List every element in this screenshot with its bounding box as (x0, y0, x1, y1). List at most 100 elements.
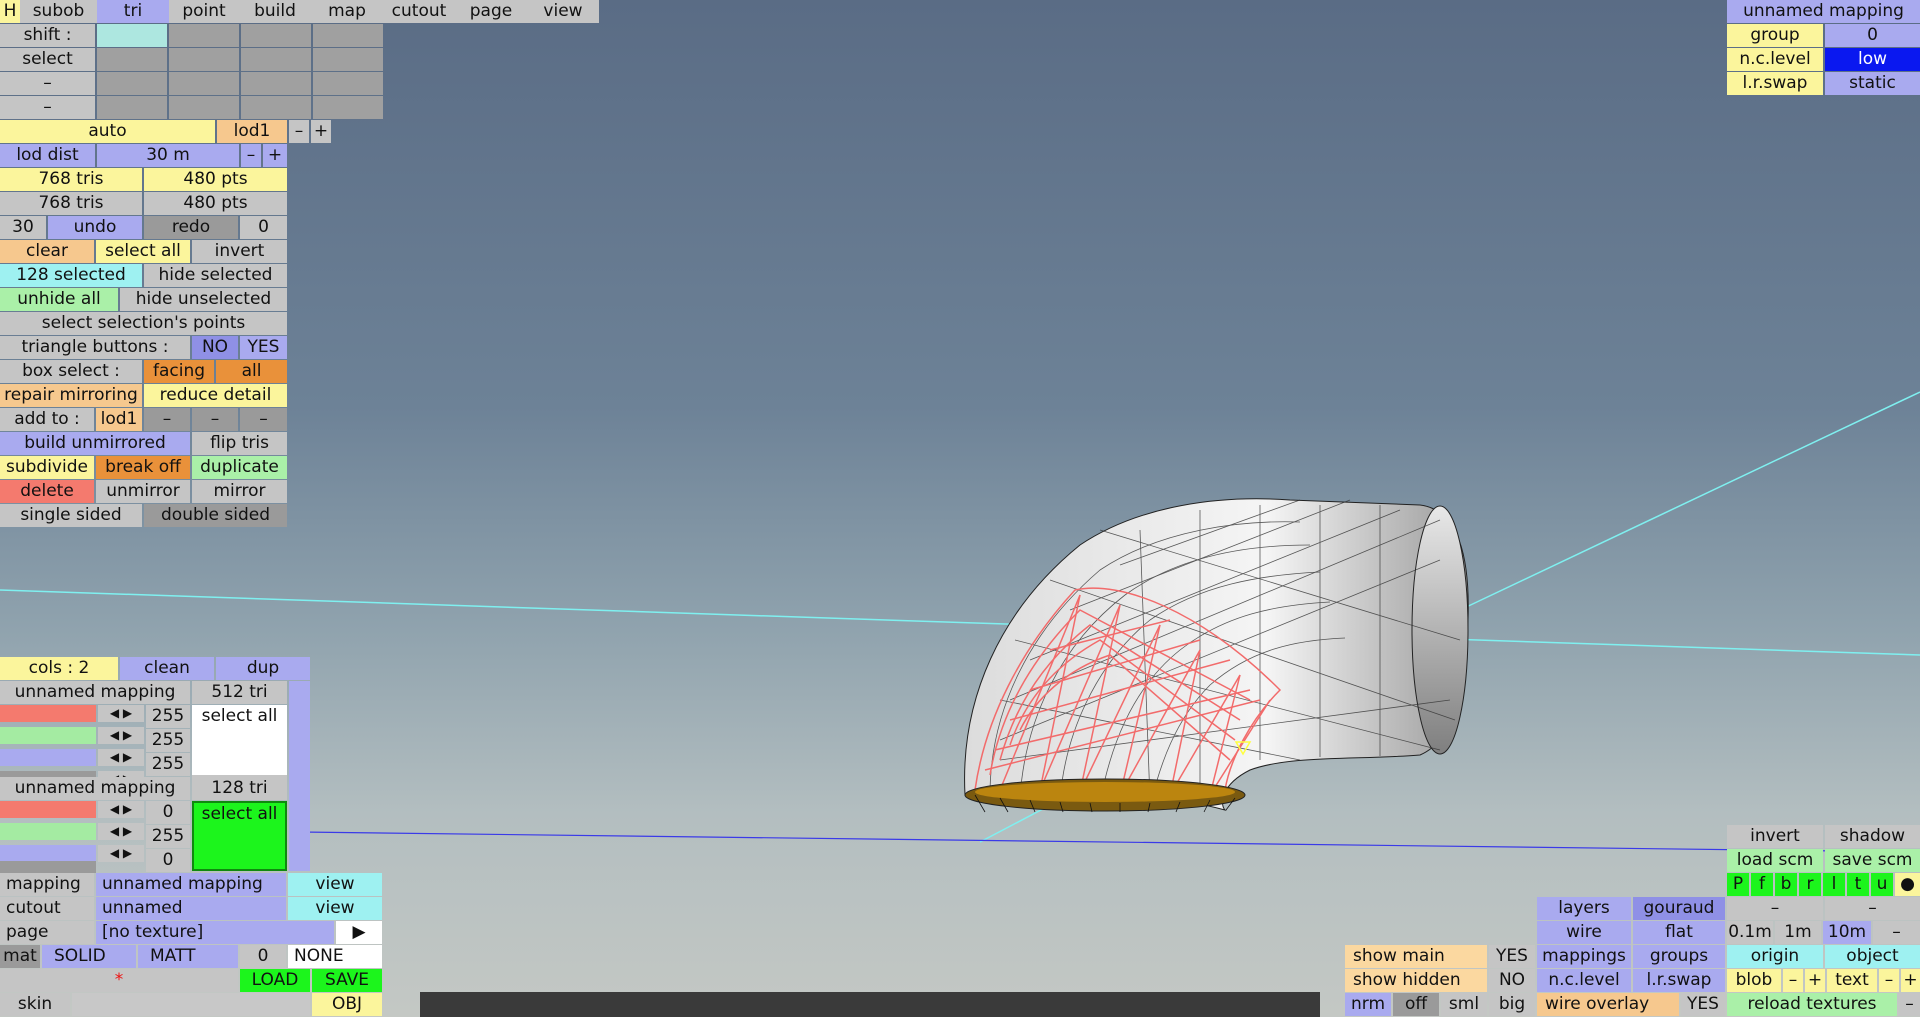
lod-plus-button[interactable]: + (311, 120, 331, 143)
tab-cutout[interactable]: cutout (383, 0, 455, 23)
3d-viewport[interactable] (0, 0, 1920, 1017)
save-button[interactable]: SAVE (312, 969, 382, 992)
select-points-button[interactable]: select selection's points (0, 312, 287, 335)
load-button[interactable]: LOAD (240, 969, 310, 992)
nrm-button[interactable]: nrm (1345, 993, 1391, 1016)
normals-off-button[interactable]: off (1393, 993, 1439, 1016)
text-button[interactable]: text (1827, 969, 1877, 992)
flat-button[interactable]: flat (1633, 921, 1725, 944)
view-f-button[interactable]: f (1751, 873, 1773, 896)
dup-button[interactable]: dup (216, 657, 310, 680)
mapping-swatch-select-all[interactable]: select all (192, 705, 287, 775)
reduce-detail-button[interactable]: reduce detail (144, 384, 287, 407)
show-main-toggle[interactable]: YES (1489, 945, 1535, 968)
select-cell[interactable] (169, 48, 239, 71)
flip-tris-button[interactable]: flip tris (192, 432, 287, 455)
blob-minus-button[interactable]: – (1783, 969, 1803, 992)
invert-button[interactable]: invert (1727, 825, 1823, 848)
delete-button[interactable]: delete (0, 480, 94, 503)
normals-sml-button[interactable]: sml (1441, 993, 1487, 1016)
channel-arrows[interactable]: ◀ ▶ (98, 823, 144, 840)
lod-dist-minus-button[interactable]: – (241, 144, 261, 167)
view-p-button[interactable]: P (1727, 873, 1749, 896)
reload-minus-button[interactable]: – (1899, 993, 1920, 1016)
grid-01m-button[interactable]: 0.1m (1727, 921, 1773, 944)
blob-plus-button[interactable]: + (1805, 969, 1825, 992)
hide-unselected-button[interactable]: hide unselected (120, 288, 287, 311)
page-next-icon[interactable]: ▶ (336, 921, 382, 944)
groups-button[interactable]: groups (1633, 945, 1725, 968)
view-b-button[interactable]: b (1775, 873, 1797, 896)
hide-selected-button[interactable]: hide selected (144, 264, 287, 287)
blue-channel-bar[interactable] (0, 749, 96, 766)
grid-minus-button[interactable]: – (1873, 921, 1920, 944)
dash-cell[interactable] (241, 72, 311, 95)
lrswap-value[interactable]: static (1825, 72, 1920, 95)
alpha-channel-bar[interactable] (0, 861, 96, 873)
mappings-button[interactable]: mappings (1537, 945, 1631, 968)
add-to-slot[interactable]: – (192, 408, 238, 431)
duplicate-button[interactable]: duplicate (192, 456, 287, 479)
shift-cell[interactable] (241, 24, 311, 47)
blue-channel-bar[interactable] (0, 845, 96, 862)
obj-button[interactable]: OBJ (312, 993, 382, 1016)
wire-button[interactable]: wire (1537, 921, 1631, 944)
text-minus-button[interactable]: – (1879, 969, 1899, 992)
wire-overlay-toggle[interactable]: YES (1681, 993, 1725, 1016)
subdivide-button[interactable]: subdivide (0, 456, 94, 479)
mapping-value[interactable]: unnamed mapping (96, 873, 286, 896)
unhide-all-button[interactable]: unhide all (0, 288, 118, 311)
reload-textures-button[interactable]: reload textures (1727, 993, 1897, 1016)
channel-arrows[interactable]: ◀ ▶ (98, 749, 144, 766)
lod1-button[interactable]: lod1 (217, 120, 287, 143)
dash-slot[interactable]: – (1825, 897, 1920, 920)
select-cell[interactable] (97, 48, 167, 71)
tab-build[interactable]: build (239, 0, 311, 23)
triangle-yes-button[interactable]: YES (240, 336, 287, 359)
mapping-name[interactable]: unnamed mapping (0, 777, 190, 800)
tab-tri[interactable]: tri (97, 0, 169, 23)
save-scm-button[interactable]: save scm (1825, 849, 1920, 872)
mapping-title[interactable]: unnamed mapping (1727, 0, 1920, 23)
dash-cell[interactable] (241, 96, 311, 119)
redo-button[interactable]: redo (144, 216, 238, 239)
tab-page[interactable]: page (455, 0, 527, 23)
shift-cell[interactable] (169, 24, 239, 47)
select-cell[interactable] (241, 48, 311, 71)
select-all-button[interactable]: select all (96, 240, 190, 263)
gouraud-button[interactable]: gouraud (1633, 897, 1725, 920)
nclevel-value[interactable]: low (1825, 48, 1920, 71)
tab-h[interactable]: H (0, 0, 20, 23)
grid-10m-button[interactable]: 10m (1823, 921, 1871, 944)
invert-button[interactable]: invert (192, 240, 287, 263)
cutout-view-button[interactable]: view (288, 897, 382, 920)
dash-cell[interactable] (313, 72, 383, 95)
nclevel-button[interactable]: n.c.level (1537, 969, 1631, 992)
mapping-view-button[interactable]: view (288, 873, 382, 896)
lod-dist-plus-button[interactable]: + (263, 144, 287, 167)
mapping-list-scrollbar[interactable] (289, 681, 310, 871)
channel-arrows[interactable]: ◀ ▶ (98, 727, 144, 744)
channel-arrows[interactable]: ◀ ▶ (98, 845, 144, 862)
object-button[interactable]: object (1825, 945, 1920, 968)
dash-cell[interactable] (169, 96, 239, 119)
red-channel-bar[interactable] (0, 705, 96, 722)
skin-field[interactable] (72, 993, 310, 1016)
page-value[interactable]: [no texture] (96, 921, 334, 944)
view-t-button[interactable]: t (1847, 873, 1869, 896)
red-channel-bar[interactable] (0, 801, 96, 818)
box-select-facing-button[interactable]: facing (144, 360, 214, 383)
repair-mirroring-button[interactable]: repair mirroring (0, 384, 142, 407)
clear-button[interactable]: clear (0, 240, 94, 263)
matt-button[interactable]: MATT (138, 945, 238, 968)
dash-cell[interactable] (313, 96, 383, 119)
blob-button[interactable]: blob (1727, 969, 1781, 992)
select-cell[interactable] (313, 48, 383, 71)
shift-cell[interactable] (313, 24, 383, 47)
add-to-slot[interactable]: – (144, 408, 190, 431)
mat-none-field[interactable]: NONE (288, 945, 382, 968)
add-to-slot[interactable]: – (240, 408, 287, 431)
clean-button[interactable]: clean (120, 657, 214, 680)
dash-cell[interactable] (169, 72, 239, 95)
double-sided-button[interactable]: double sided (144, 504, 287, 527)
